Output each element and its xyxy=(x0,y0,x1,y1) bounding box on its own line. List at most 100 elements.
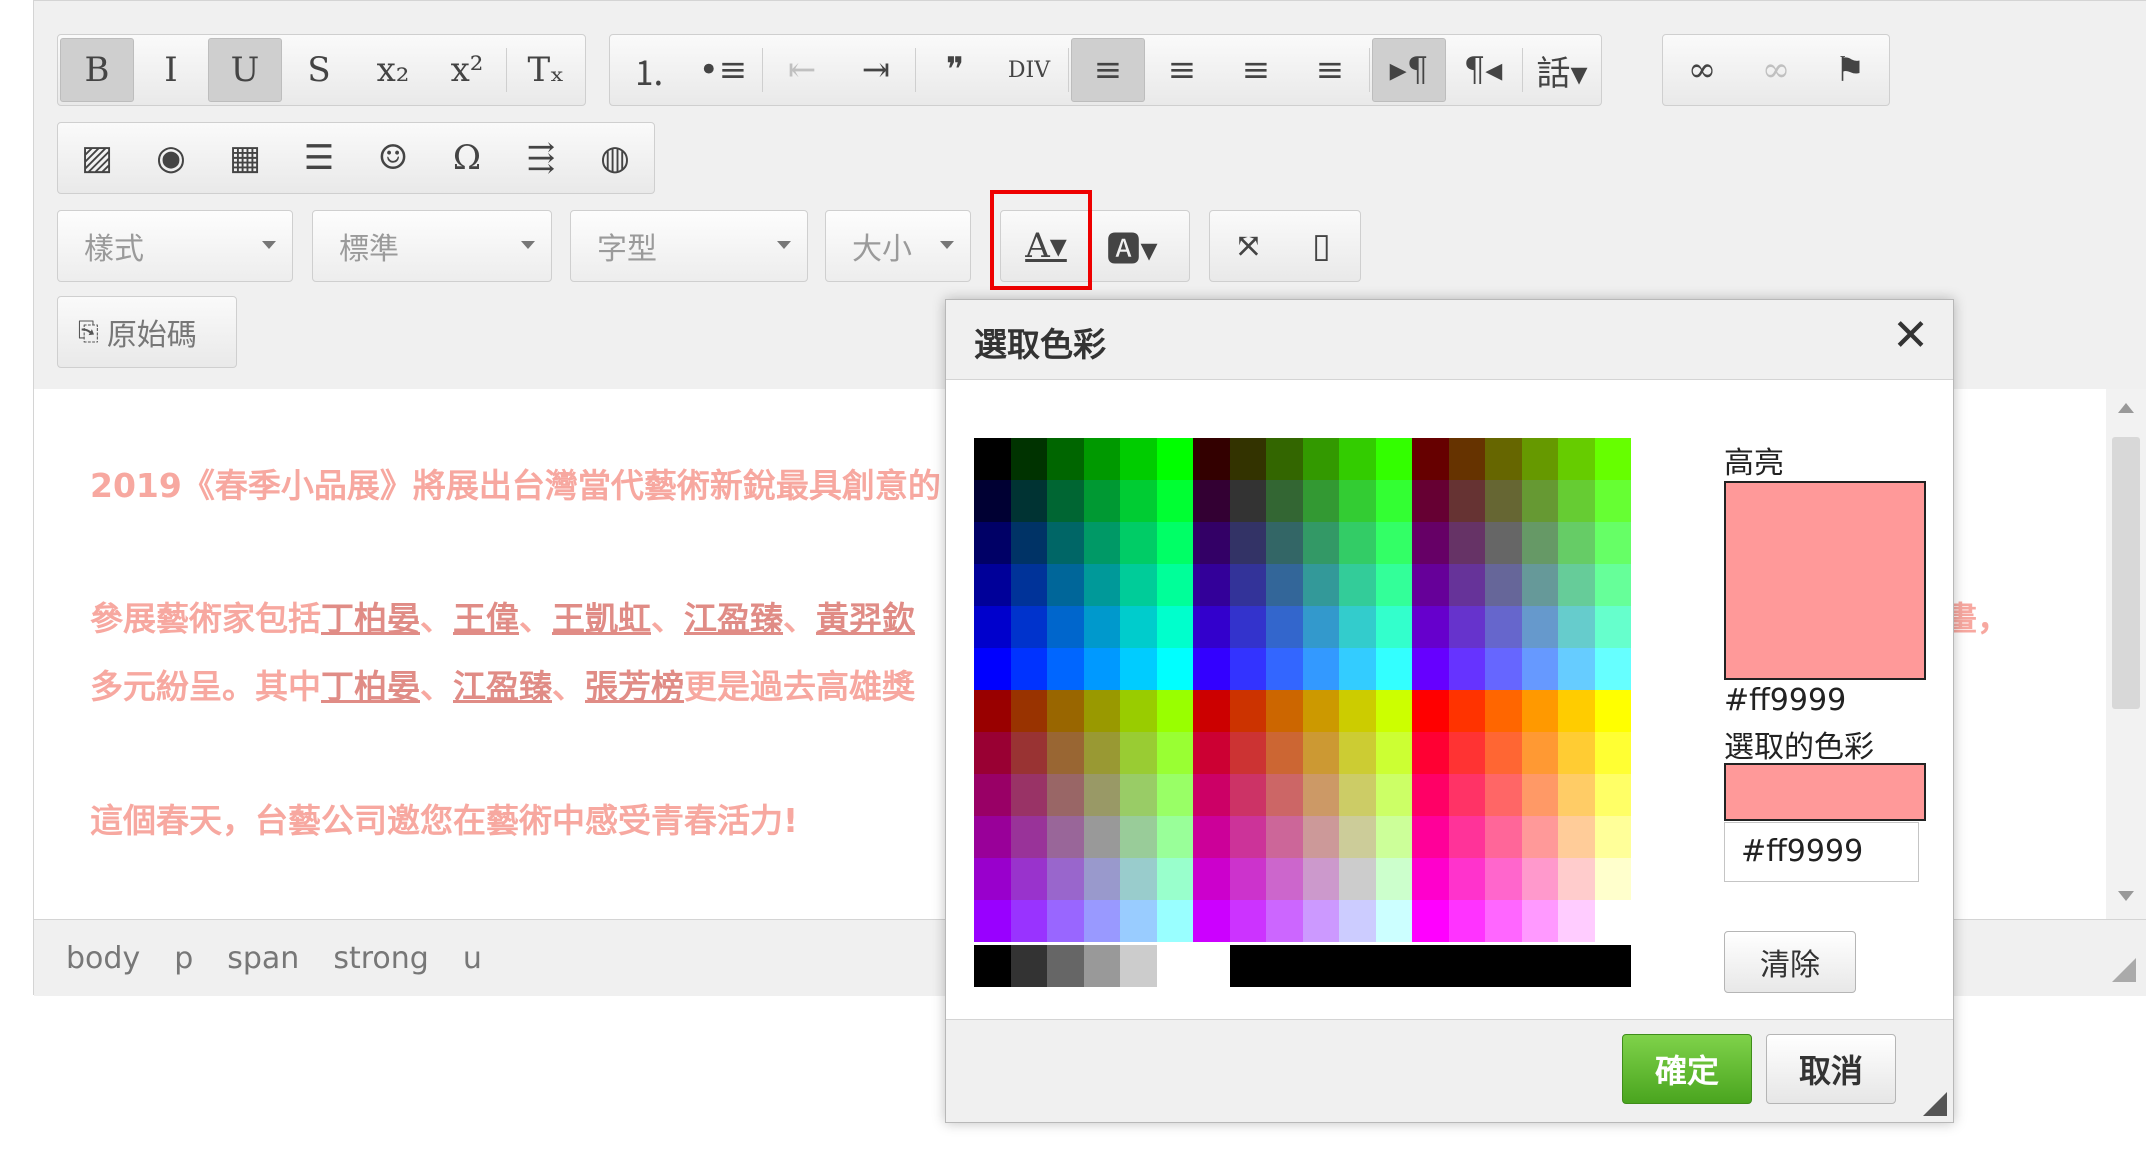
unlink-button[interactable]: ∞ xyxy=(1739,38,1813,102)
color-swatch[interactable] xyxy=(1266,816,1303,858)
color-swatch[interactable] xyxy=(974,480,1011,522)
size-combo[interactable]: 大小 xyxy=(825,210,971,282)
color-swatch[interactable] xyxy=(1375,858,1412,900)
color-swatch[interactable] xyxy=(1229,438,1266,480)
justify-button[interactable]: ≡ xyxy=(1293,38,1367,102)
color-swatch[interactable] xyxy=(974,564,1011,606)
color-swatch[interactable] xyxy=(1375,900,1412,942)
color-swatch[interactable] xyxy=(1083,606,1120,648)
color-swatch[interactable] xyxy=(1412,816,1449,858)
color-swatch[interactable] xyxy=(1120,858,1157,900)
color-swatch[interactable] xyxy=(1521,858,1558,900)
flash-button[interactable]: ◉ xyxy=(134,126,208,190)
gray-swatch[interactable] xyxy=(1193,945,1230,987)
color-swatch[interactable] xyxy=(974,438,1011,480)
color-swatch[interactable] xyxy=(1521,522,1558,564)
color-swatch[interactable] xyxy=(1047,900,1084,942)
color-swatch[interactable] xyxy=(1521,816,1558,858)
color-swatch[interactable] xyxy=(1594,690,1631,732)
color-swatch[interactable] xyxy=(1302,732,1339,774)
color-swatch[interactable] xyxy=(1302,648,1339,690)
color-swatch[interactable] xyxy=(1448,606,1485,648)
color-swatch[interactable] xyxy=(1412,900,1449,942)
color-swatch[interactable] xyxy=(1120,900,1157,942)
gray-swatch[interactable] xyxy=(1266,945,1303,987)
color-swatch[interactable] xyxy=(1558,480,1595,522)
color-swatch[interactable] xyxy=(1448,690,1485,732)
color-swatch[interactable] xyxy=(1266,690,1303,732)
color-swatch[interactable] xyxy=(1083,438,1120,480)
path-item-p[interactable]: p xyxy=(174,941,193,976)
gray-swatch[interactable] xyxy=(1521,945,1558,987)
color-swatch[interactable] xyxy=(974,900,1011,942)
color-swatch[interactable] xyxy=(1448,816,1485,858)
color-swatch[interactable] xyxy=(1156,858,1193,900)
clear-button[interactable]: 清除 xyxy=(1724,931,1856,993)
color-swatch[interactable] xyxy=(1448,732,1485,774)
color-swatch[interactable] xyxy=(1594,648,1631,690)
color-swatch[interactable] xyxy=(1485,606,1522,648)
color-swatch[interactable] xyxy=(1120,774,1157,816)
color-swatch[interactable] xyxy=(1156,648,1193,690)
color-swatch[interactable] xyxy=(1156,522,1193,564)
color-swatch[interactable] xyxy=(1594,816,1631,858)
color-swatch[interactable] xyxy=(1047,480,1084,522)
color-swatch[interactable] xyxy=(1594,606,1631,648)
color-swatch[interactable] xyxy=(1302,900,1339,942)
color-swatch[interactable] xyxy=(1266,774,1303,816)
color-swatch[interactable] xyxy=(1521,606,1558,648)
color-swatch[interactable] xyxy=(1083,564,1120,606)
font-combo[interactable]: 字型 xyxy=(570,210,808,282)
color-swatch[interactable] xyxy=(1448,774,1485,816)
color-swatch[interactable] xyxy=(1120,438,1157,480)
color-swatch[interactable] xyxy=(1120,522,1157,564)
styles-combo[interactable]: 樣式 xyxy=(57,210,293,282)
color-swatch[interactable] xyxy=(1302,774,1339,816)
background-color-button[interactable]: 🅰▾ xyxy=(1089,214,1175,278)
dialog-resize-grip[interactable] xyxy=(1923,1092,1947,1116)
color-swatch[interactable] xyxy=(1010,690,1047,732)
color-swatch[interactable] xyxy=(1229,564,1266,606)
color-swatch[interactable] xyxy=(1558,522,1595,564)
color-swatch[interactable] xyxy=(1010,606,1047,648)
color-swatch[interactable] xyxy=(1156,816,1193,858)
color-swatch[interactable] xyxy=(1558,732,1595,774)
color-swatch[interactable] xyxy=(1594,900,1631,942)
color-swatch[interactable] xyxy=(1266,858,1303,900)
gray-swatch[interactable] xyxy=(1594,945,1631,987)
color-swatch[interactable] xyxy=(1302,522,1339,564)
link-button[interactable]: ∞ xyxy=(1665,38,1739,102)
color-swatch[interactable] xyxy=(1047,774,1084,816)
color-swatch[interactable] xyxy=(1558,606,1595,648)
color-swatch[interactable] xyxy=(1558,438,1595,480)
language-button[interactable]: 話▾ xyxy=(1525,38,1599,102)
color-swatch[interactable] xyxy=(1193,858,1230,900)
color-swatch[interactable] xyxy=(1266,732,1303,774)
color-swatch[interactable] xyxy=(1083,816,1120,858)
close-icon[interactable]: ✕ xyxy=(1892,310,1929,361)
gray-swatch[interactable] xyxy=(1010,945,1047,987)
color-swatch[interactable] xyxy=(1266,522,1303,564)
color-swatch[interactable] xyxy=(1156,774,1193,816)
color-swatch[interactable] xyxy=(1375,480,1412,522)
color-swatch[interactable] xyxy=(1010,900,1047,942)
gray-swatch[interactable] xyxy=(1120,945,1157,987)
color-swatch[interactable] xyxy=(1229,732,1266,774)
color-swatch[interactable] xyxy=(1448,480,1485,522)
color-swatch[interactable] xyxy=(1156,690,1193,732)
color-swatch[interactable] xyxy=(1083,648,1120,690)
scroll-up-icon[interactable] xyxy=(2118,403,2134,413)
color-swatch[interactable] xyxy=(974,648,1011,690)
color-swatch[interactable] xyxy=(1010,480,1047,522)
color-swatch[interactable] xyxy=(1083,522,1120,564)
color-swatch[interactable] xyxy=(1375,564,1412,606)
color-swatch[interactable] xyxy=(1412,480,1449,522)
color-swatch[interactable] xyxy=(1375,648,1412,690)
subscript-button[interactable]: x₂ xyxy=(356,38,430,102)
path-item-span[interactable]: span xyxy=(227,941,299,976)
color-swatch[interactable] xyxy=(1010,816,1047,858)
color-swatch[interactable] xyxy=(1266,438,1303,480)
color-swatch[interactable] xyxy=(1412,858,1449,900)
color-swatch[interactable] xyxy=(1375,816,1412,858)
color-swatch[interactable] xyxy=(1193,438,1230,480)
